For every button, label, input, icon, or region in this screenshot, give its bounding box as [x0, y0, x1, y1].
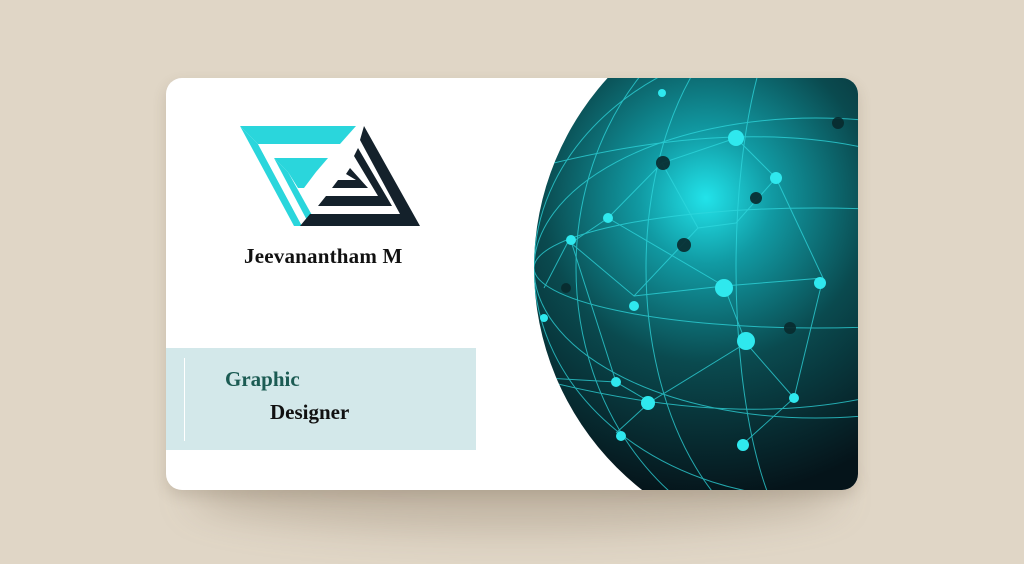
triangle-maze-logo-icon: [240, 126, 420, 226]
job-title-line-2: Designer: [270, 400, 350, 424]
job-title-line-1: Graphic: [225, 367, 300, 391]
business-card: Jeevanantham M Graphic Designer: [166, 78, 858, 490]
job-title-panel: Graphic Designer: [166, 348, 476, 450]
person-name: Jeevanantham M: [244, 244, 403, 268]
mockup-stage: Jeevanantham M Graphic Designer: [0, 0, 1024, 564]
panel-divider: [184, 358, 185, 441]
